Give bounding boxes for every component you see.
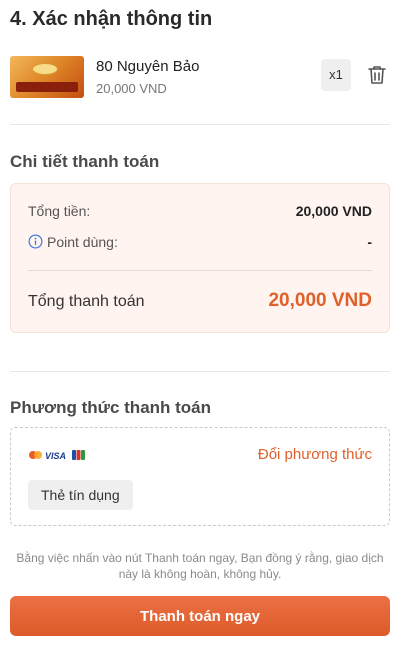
payment-method-title: Phương thức thanh toán: [10, 398, 212, 417]
subtotal-value: 20,000 VND: [295, 203, 372, 219]
product-thumbnail: [10, 56, 84, 98]
checkout-page: 4. Xác nhận thông tin 80 Nguyên Bảo 20,0…: [0, 0, 400, 646]
divider: [10, 124, 390, 125]
points-row-label: Point dùng:: [28, 234, 118, 250]
total-label: Tổng thanh toán: [28, 293, 145, 310]
payment-details-title: Chi tiết thanh toán: [10, 152, 160, 171]
mastercard-icon: [29, 451, 42, 459]
card-brands-icon: VISA: [29, 450, 85, 461]
product-row: 80 Nguyên Bảo 20,000 VND x1: [10, 56, 390, 102]
summary-divider: [28, 270, 372, 271]
jcb-icon: [72, 450, 85, 460]
confirm-section-title: 4. Xác nhận thông tin: [10, 8, 213, 30]
quantity-badge[interactable]: x1: [321, 59, 351, 91]
info-icon[interactable]: [28, 234, 43, 249]
points-label: Point dùng:: [47, 234, 118, 250]
visa-icon: VISA: [45, 451, 66, 461]
divider: [10, 371, 390, 372]
pay-now-button[interactable]: Thanh toán ngay: [10, 596, 390, 636]
total-value: 20,000 VND: [268, 290, 372, 311]
product-name: 80 Nguyên Bảo: [96, 58, 200, 75]
gold-ingot-icon: [32, 63, 58, 75]
subtotal-label: Tổng tiền:: [28, 203, 91, 219]
thumbnail-banner: [16, 82, 78, 92]
credit-card-option[interactable]: Thẻ tín dụng: [28, 480, 133, 510]
product-price: 20,000 VND: [96, 81, 167, 96]
payment-method-box: VISA Đổi phương thức Thẻ tín dụng: [10, 427, 390, 526]
terms-disclaimer: Bằng việc nhấn vào nút Thanh toán ngay, …: [16, 551, 384, 581]
payment-summary-box: Tổng tiền: 20,000 VND Point dùng: - Tổng…: [10, 183, 390, 333]
points-value: -: [367, 234, 372, 250]
change-method-link[interactable]: Đổi phương thức: [258, 446, 372, 463]
trash-icon[interactable]: [365, 63, 389, 87]
